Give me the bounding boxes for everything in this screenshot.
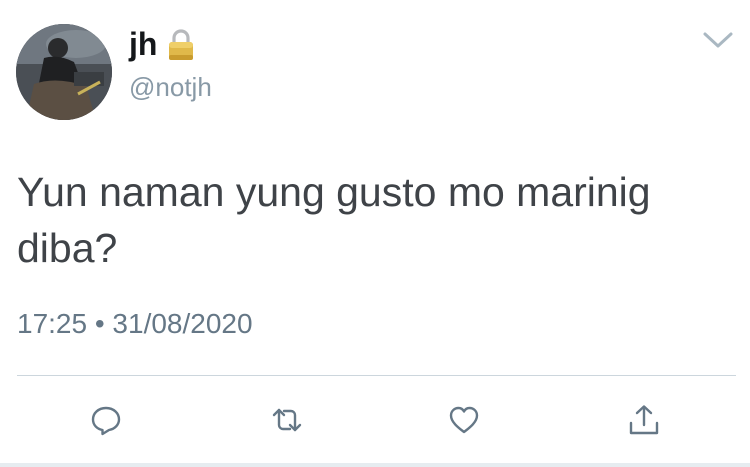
chevron-down-icon[interactable] bbox=[700, 26, 736, 52]
avatar[interactable] bbox=[16, 24, 112, 120]
bottom-edge bbox=[0, 463, 750, 467]
display-name[interactable]: jh bbox=[129, 24, 157, 64]
share-button[interactable] bbox=[624, 400, 664, 440]
reply-icon bbox=[91, 406, 121, 436]
tweet-text: Yun naman yung gusto mo marinig diba? bbox=[17, 169, 651, 271]
like-icon bbox=[449, 406, 479, 434]
tweet-card: jh @notjh Yun naman yung gusto mo marini… bbox=[0, 0, 750, 467]
divider bbox=[17, 375, 736, 376]
tweet-actions bbox=[0, 400, 750, 444]
username-handle[interactable]: @notjh bbox=[129, 72, 212, 102]
avatar-photo bbox=[16, 24, 112, 120]
retweet-icon bbox=[272, 408, 302, 432]
tweet-timestamp[interactable]: 17:25 • 31/08/2020 bbox=[17, 306, 253, 342]
lock-icon bbox=[167, 28, 195, 62]
reply-button[interactable] bbox=[86, 400, 126, 440]
retweet-button[interactable] bbox=[267, 400, 307, 440]
share-icon bbox=[629, 405, 659, 435]
name-row: jh bbox=[129, 24, 195, 64]
like-button[interactable] bbox=[444, 400, 484, 440]
